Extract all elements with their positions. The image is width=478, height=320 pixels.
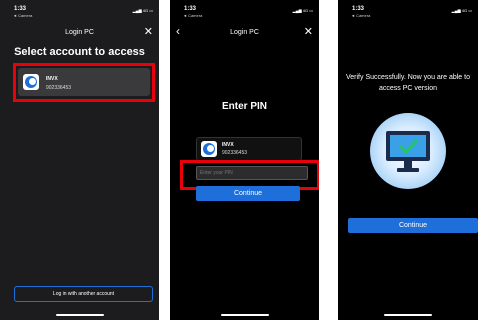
continue-button[interactable]: Continue (196, 186, 300, 201)
status-carrier[interactable]: ◄ Camera (13, 13, 32, 18)
home-indicator (220, 314, 269, 316)
status-bar: 1:33 ◄ Camera ▂▄▆ 4G ▭ (178, 4, 313, 20)
enter-pin-screen: 1:33 ◄ Camera ▂▄▆ 4G ▭ ‹ Login PC ✕ Ente… (170, 0, 319, 320)
status-carrier[interactable]: ◄ Camera (351, 13, 370, 18)
status-bar: 1:33 ◄ Camera ▂▄▆ 4G ▭ (8, 4, 153, 20)
network-label: 4G (142, 8, 149, 13)
signal-icon: ▂▄▆ 4G ▭ (292, 8, 313, 13)
screen-title: Login PC (65, 29, 94, 36)
app-logo-icon (201, 141, 217, 157)
signal-icon: ▂▄▆ 4G ▭ (451, 8, 472, 13)
continue-button[interactable]: Continue (348, 218, 478, 233)
account-item: INVX 902336453 (196, 137, 302, 161)
page-heading: Select account to access (14, 46, 145, 58)
status-time: 1:33 (14, 6, 27, 12)
status-bar: 1:33 ◄ Camera ▂▄▆ 4G ▭ (346, 4, 472, 20)
network-label: 4G (461, 8, 468, 13)
verify-success-screen: 1:33 ◄ Camera ▂▄▆ 4G ▭ Verify Successful… (338, 0, 478, 320)
account-name: INVX (222, 142, 234, 148)
monitor-check-icon (386, 131, 430, 172)
close-icon[interactable]: ✕ (144, 25, 153, 38)
home-indicator (55, 314, 104, 316)
success-illustration (370, 113, 446, 189)
status-carrier[interactable]: ◄ Camera (183, 13, 202, 18)
status-time: 1:33 (184, 6, 197, 12)
success-message: Verify Successfully. Now you are able to… (346, 74, 470, 92)
close-icon[interactable]: ✕ (304, 25, 313, 38)
page-heading: Enter PIN (221, 101, 267, 112)
status-time: 1:33 (352, 6, 365, 12)
login-another-account-button[interactable]: Log in with another account (14, 286, 153, 302)
signal-icon: ▂▄▆ 4G ▭ (132, 8, 153, 13)
screen-title: Login PC (230, 29, 259, 36)
home-indicator (384, 314, 432, 316)
highlight-box (13, 63, 155, 102)
select-account-screen: 1:33 ◄ Camera ▂▄▆ 4G ▭ Login PC ✕ Select… (0, 0, 159, 320)
account-phone: 902336453 (222, 150, 248, 156)
network-label: 4G (302, 8, 309, 13)
